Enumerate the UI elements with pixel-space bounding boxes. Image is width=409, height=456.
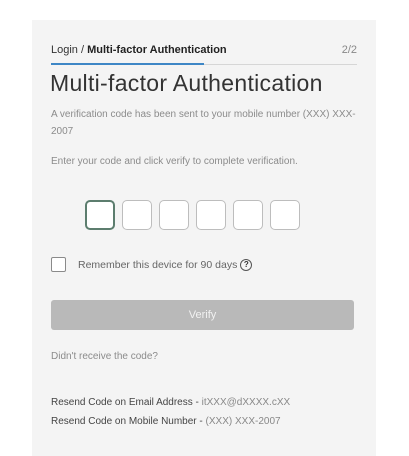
code-digit-3[interactable] [159, 200, 189, 230]
breadcrumb: Login / Multi-factor Authentication 2/2 [51, 44, 357, 64]
code-digit-5[interactable] [233, 200, 263, 230]
resend-email-link[interactable]: Resend Code on Email Address - itXXX@dXX… [51, 397, 290, 408]
remember-device-checkbox[interactable] [51, 257, 66, 272]
breadcrumb-login[interactable]: Login [51, 44, 78, 56]
resend-email-value: itXXX@dXXXX.cXX [201, 397, 291, 408]
no-code-text: Didn't receive the code? [51, 351, 158, 362]
progress-track [51, 63, 357, 65]
code-sent-message: A verification code has been sent to you… [51, 109, 356, 137]
code-input-row [85, 200, 300, 232]
mfa-card: Login / Multi-factor Authentication 2/2 … [32, 20, 376, 456]
remember-device-row: Remember this device for 90 days ? [51, 257, 253, 272]
instructions-text: Enter your code and click verify to comp… [51, 156, 298, 167]
code-digit-4[interactable] [196, 200, 226, 230]
page-count: 2/2 [341, 44, 357, 56]
resend-mobile-label: Resend Code on Mobile Number - [51, 416, 206, 427]
code-digit-6[interactable] [270, 200, 300, 230]
verify-button[interactable]: Verify [51, 300, 354, 330]
breadcrumb-current: Multi-factor Authentication [87, 44, 227, 56]
resend-mobile-link[interactable]: Resend Code on Mobile Number - (XXX) XXX… [51, 416, 281, 427]
remember-device-label: Remember this device for 90 days [78, 258, 238, 271]
resend-email-label: Resend Code on Email Address - [51, 397, 202, 408]
page-title: Multi-factor Authentication [50, 70, 323, 96]
code-digit-1[interactable] [85, 200, 115, 230]
resend-mobile-value: (XXX) XXX-2007 [205, 416, 281, 427]
code-digit-2[interactable] [122, 200, 152, 230]
progress-fill [51, 63, 204, 65]
question-circle-icon[interactable]: ? [240, 258, 253, 271]
